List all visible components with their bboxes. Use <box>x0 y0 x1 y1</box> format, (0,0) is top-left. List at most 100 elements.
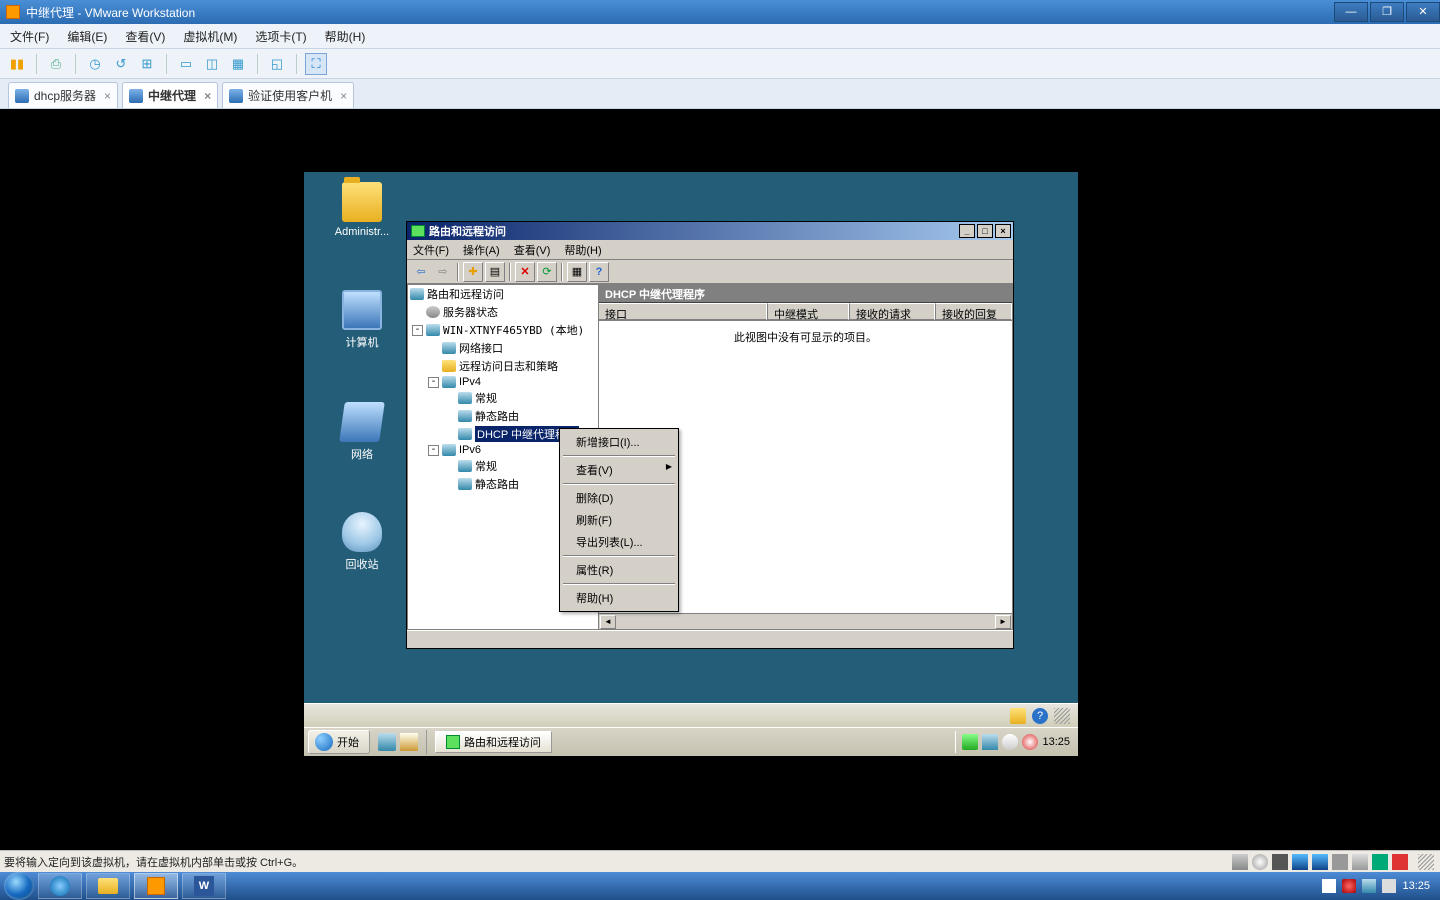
col-relay-mode[interactable]: 中继模式 <box>767 303 849 320</box>
close-button[interactable]: ✕ <box>1406 2 1440 22</box>
ctx-properties[interactable]: 属性(R) <box>562 559 676 581</box>
tray-icon[interactable] <box>1010 708 1026 724</box>
tree-ipv4-general[interactable]: 常规 <box>408 389 598 407</box>
minimize-button[interactable]: — <box>1334 2 1368 22</box>
desktop-icon-admin[interactable]: Administr... <box>326 182 398 238</box>
menu-vm[interactable]: 虚拟机(M) <box>183 28 237 45</box>
task-explorer[interactable] <box>86 873 130 899</box>
view-single-icon[interactable]: ▭ <box>175 53 197 75</box>
tray-flag-icon[interactable] <box>1322 879 1336 893</box>
export-icon[interactable]: ▦ <box>567 262 587 282</box>
tree-interfaces[interactable]: 网络接口 <box>408 339 598 357</box>
blocked-icon[interactable] <box>1022 734 1038 750</box>
tree-root[interactable]: 路由和远程访问 <box>408 285 598 303</box>
add-icon[interactable]: ✚ <box>463 262 483 282</box>
start-button[interactable]: 开始 <box>308 730 370 754</box>
snapshot-manage-icon[interactable]: ⊞ <box>136 53 158 75</box>
minimize-button[interactable]: _ <box>959 224 975 238</box>
sound-icon[interactable] <box>1372 854 1388 870</box>
ctx-refresh[interactable]: 刷新(F) <box>562 509 676 531</box>
power-suspend-icon[interactable]: ▮▮ <box>6 53 28 75</box>
tree-server[interactable]: -WIN-XTNYF465YBD (本地) <box>408 321 598 339</box>
security-icon[interactable] <box>962 734 978 750</box>
action-center-icon[interactable] <box>1002 734 1018 750</box>
explorer-icon[interactable] <box>400 733 418 751</box>
nic1-icon[interactable] <box>1292 854 1308 870</box>
menu-help[interactable]: 帮助(H) <box>325 28 366 45</box>
cd-icon[interactable] <box>1252 854 1268 870</box>
help-icon[interactable]: ? <box>1032 708 1048 724</box>
scroll-right-icon[interactable]: ► <box>995 615 1011 629</box>
tab-close-icon[interactable]: × <box>340 89 347 103</box>
printer-icon[interactable] <box>1352 854 1368 870</box>
col-interface[interactable]: 接口 <box>599 303 767 320</box>
task-vmware[interactable] <box>134 873 178 899</box>
resize-grip-icon[interactable] <box>1054 708 1070 724</box>
message-icon[interactable] <box>1392 854 1408 870</box>
tab-relay-agent[interactable]: 中继代理 × <box>122 82 218 108</box>
menu-action[interactable]: 操作(A) <box>463 242 500 258</box>
ctx-export[interactable]: 导出列表(L)... <box>562 531 676 553</box>
tab-close-icon[interactable]: × <box>104 89 111 103</box>
tree-server-status[interactable]: 服务器状态 <box>408 303 598 321</box>
maximize-button[interactable]: □ <box>977 224 993 238</box>
column-headers[interactable]: 接口 中继模式 接收的请求 接收的回复 <box>599 303 1012 321</box>
menu-file[interactable]: 文件(F) <box>413 242 449 258</box>
host-start-button[interactable] <box>4 872 34 900</box>
properties-icon[interactable]: ▤ <box>485 262 505 282</box>
desktop-icon-recycle[interactable]: 回收站 <box>326 512 398 572</box>
tree-ipv4-static[interactable]: 静态路由 <box>408 407 598 425</box>
tray-shield-icon[interactable] <box>1342 879 1356 893</box>
tab-close-icon[interactable]: × <box>204 89 211 103</box>
tray-volume-icon[interactable] <box>1382 879 1396 893</box>
nic2-icon[interactable] <box>1312 854 1328 870</box>
menu-edit[interactable]: 编辑(E) <box>67 28 107 45</box>
close-button[interactable]: × <box>995 224 1011 238</box>
refresh-icon[interactable]: ⟳ <box>537 262 557 282</box>
floppy-icon[interactable] <box>1272 854 1288 870</box>
tray-network-icon[interactable] <box>1362 879 1376 893</box>
menu-tabs[interactable]: 选项卡(T) <box>255 28 306 45</box>
snapshot-take-icon[interactable]: ◷ <box>84 53 106 75</box>
ctx-help[interactable]: 帮助(H) <box>562 587 676 609</box>
menu-view[interactable]: 查看(V) <box>514 242 551 258</box>
menu-file[interactable]: 文件(F) <box>10 28 49 45</box>
ctx-delete[interactable]: 删除(D) <box>562 487 676 509</box>
tree-ipv4[interactable]: -IPv4 <box>408 375 598 389</box>
scroll-left-icon[interactable]: ◄ <box>600 615 616 629</box>
view-split-icon[interactable]: ◫ <box>201 53 223 75</box>
ctx-new-interface[interactable]: 新增接口(I)... <box>562 431 676 453</box>
show-desktop-icon[interactable] <box>378 733 396 751</box>
usb-icon[interactable] <box>1332 854 1348 870</box>
fullscreen-icon[interactable]: ⛶ <box>305 53 327 75</box>
snapshot-revert-icon[interactable]: ↺ <box>110 53 132 75</box>
view-thumb-icon[interactable]: ▦ <box>227 53 249 75</box>
ctx-view[interactable]: 查看(V) <box>562 459 676 481</box>
menu-view[interactable]: 查看(V) <box>125 28 165 45</box>
maximize-button[interactable]: ❐ <box>1370 2 1404 22</box>
delete-icon[interactable]: ✕ <box>515 262 535 282</box>
desktop-icon-network[interactable]: 网络 <box>326 402 398 462</box>
horizontal-scrollbar[interactable]: ◄ ► <box>599 613 1012 629</box>
network-icon[interactable] <box>982 734 998 750</box>
host-clock[interactable]: 13:25 <box>1402 880 1430 892</box>
hdd-icon[interactable] <box>1232 854 1248 870</box>
tab-dhcp-server[interactable]: dhcp服务器 × <box>8 82 118 108</box>
menu-help[interactable]: 帮助(H) <box>564 242 601 258</box>
back-icon[interactable]: ⇦ <box>411 262 431 282</box>
col-replies[interactable]: 接收的回复 <box>935 303 1012 320</box>
desktop-icon-computer[interactable]: 计算机 <box>326 290 398 350</box>
tree-remote-log[interactable]: 远程访问日志和策略 <box>408 357 598 375</box>
task-rras[interactable]: 路由和远程访问 <box>435 731 552 753</box>
snapshot-icon[interactable]: ⎙ <box>45 53 67 75</box>
help-icon[interactable]: ? <box>589 262 609 282</box>
task-ie[interactable] <box>38 873 82 899</box>
task-word[interactable]: W <box>182 873 226 899</box>
resize-grip-icon[interactable] <box>1418 854 1434 870</box>
forward-icon[interactable]: ⇨ <box>433 262 453 282</box>
unity-icon[interactable]: ◱ <box>266 53 288 75</box>
rras-titlebar[interactable]: 路由和远程访问 _ □ × <box>407 222 1013 240</box>
col-requests[interactable]: 接收的请求 <box>849 303 935 320</box>
server-clock[interactable]: 13:25 <box>1042 736 1070 748</box>
tab-verify-client[interactable]: 验证使用客户机 × <box>222 82 354 108</box>
